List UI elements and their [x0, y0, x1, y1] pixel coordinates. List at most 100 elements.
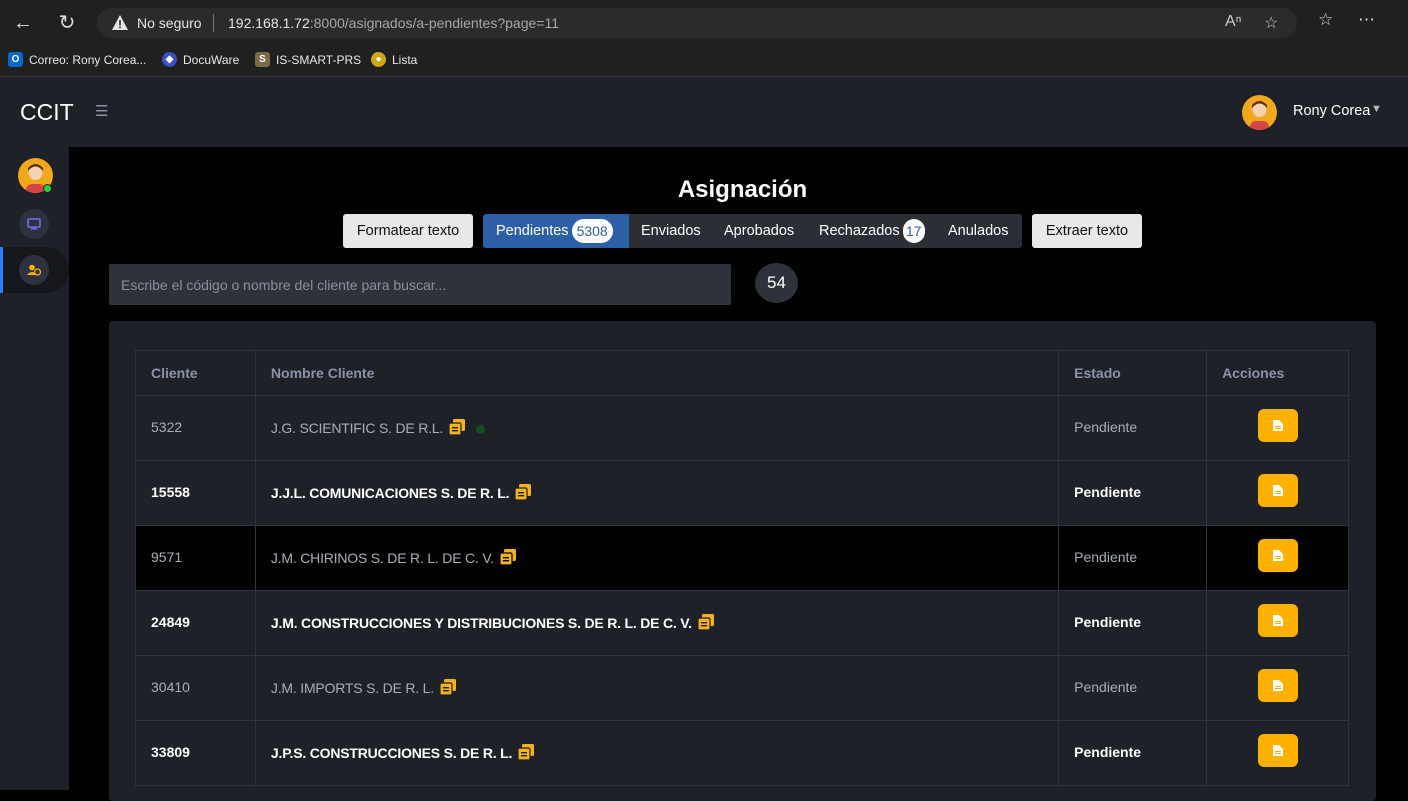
- client-status: Pendiente: [1058, 460, 1208, 526]
- file-icon: [1272, 680, 1283, 691]
- bookmarks-bar: O Correo: Rony Corea... ◆ DocuWare S IS-SMA…: [0, 46, 1408, 77]
- url-path: :8000/asignados/a-pendientes?page=11: [309, 15, 559, 31]
- copy-documents-icon[interactable]: [697, 614, 715, 630]
- copy-documents-icon[interactable]: [499, 549, 517, 565]
- favorite-star-icon[interactable]: ☆: [1264, 13, 1278, 33]
- actions-cell: [1206, 590, 1349, 656]
- client-status: Pendiente: [1058, 590, 1208, 656]
- actions-cell: [1206, 395, 1349, 461]
- copy-documents-icon[interactable]: [515, 484, 532, 500]
- extract-text-button[interactable]: Extraer texto: [1032, 214, 1142, 248]
- app-header: CCIT ☰ Rony Corea ▼: [0, 77, 1408, 147]
- tab-enviados[interactable]: Enviados: [641, 214, 701, 248]
- back-arrow-icon[interactable]: ←: [10, 10, 36, 36]
- client-status: Pendiente: [1058, 655, 1208, 721]
- status-dot: [476, 424, 486, 434]
- view-document-button[interactable]: [1257, 604, 1298, 637]
- client-status: Pendiente: [1058, 395, 1208, 461]
- security-label: No seguro: [137, 15, 202, 31]
- table-row: 15558 J.J.L. COMUNICACIONES S. DE R. L. …: [135, 460, 1349, 526]
- client-code: 15558: [135, 460, 256, 526]
- tab-pendientes[interactable]: Pendientes 5308: [496, 214, 613, 248]
- copy-documents-icon[interactable]: [518, 744, 535, 760]
- client-code: 5322: [135, 395, 256, 461]
- rechazados-count-badge: 17: [902, 219, 925, 244]
- menu-toggle-icon[interactable]: ☰: [95, 102, 108, 120]
- client-code: 24849: [135, 590, 256, 656]
- docuware-icon: ◆: [162, 52, 177, 67]
- client-name: J.M. IMPORTS S. DE R. L.: [270, 680, 434, 696]
- client-name-cell: J.M. CONSTRUCCIONES Y DISTRIBUCIONES S. …: [254, 590, 1060, 656]
- url-text: 192.168.1.72:8000/asignados/a-pendientes…: [228, 15, 559, 31]
- tab-rechazados[interactable]: Rechazados 17: [819, 214, 925, 248]
- actions-cell: [1206, 655, 1349, 721]
- copy-documents-icon[interactable]: [439, 679, 457, 695]
- tab-label: Pendientes: [496, 223, 569, 239]
- client-name-cell: J.M. IMPORTS S. DE R. L.: [254, 655, 1060, 721]
- outlook-icon: O: [8, 52, 23, 67]
- client-name-cell: J.J.L. COMUNICACIONES S. DE R. L.: [254, 460, 1060, 526]
- client-name: J.M. CONSTRUCCIONES Y DISTRIBUCIONES S. …: [270, 615, 692, 631]
- copy-documents-icon[interactable]: [449, 419, 466, 435]
- file-icon: [1272, 485, 1283, 496]
- status-tabs: Pendientes 5308 Enviados Aprobados Rechaz…: [483, 214, 1022, 248]
- client-name: J.G. SCIENTIFIC S. DE R.L.: [270, 420, 444, 436]
- header-nombre-cliente[interactable]: Nombre Cliente: [254, 350, 1060, 396]
- bookmark-correo[interactable]: O Correo: Rony Corea...: [8, 52, 146, 67]
- bookmark-label: DocuWare: [183, 52, 240, 67]
- actions-cell: [1206, 525, 1349, 591]
- user-name[interactable]: Rony Corea: [1293, 103, 1370, 119]
- clients-table: Cliente Nombre Cliente Estado Acciones 5…: [135, 350, 1349, 786]
- sidebar: [0, 147, 69, 790]
- table-row: 9571 J.M. CHIRINOS S. DE R. L. DE C. V. …: [135, 525, 1349, 591]
- page-title: Asignación: [677, 176, 808, 203]
- bookmark-lista[interactable]: ● Lista: [371, 52, 417, 67]
- actions-cell: [1206, 460, 1349, 526]
- url-host: 192.168.1.72: [228, 15, 310, 31]
- bookmark-docuware[interactable]: ◆ DocuWare: [162, 52, 239, 67]
- sidebar-item-asignacion-icon-wrap[interactable]: [19, 255, 49, 285]
- sidebar-item-dashboard[interactable]: [19, 209, 49, 239]
- file-icon: [1272, 745, 1283, 756]
- file-icon: [1272, 550, 1283, 561]
- file-icon: [1272, 615, 1283, 626]
- header-cliente[interactable]: Cliente: [135, 350, 256, 396]
- results-card: Cliente Nombre Cliente Estado Acciones 5…: [109, 321, 1376, 801]
- user-avatar[interactable]: [1242, 95, 1277, 130]
- reload-icon[interactable]: ↻: [54, 10, 80, 36]
- avatar-icon: [1250, 101, 1269, 130]
- file-icon: [1272, 420, 1283, 431]
- format-text-button[interactable]: Formatear texto: [343, 214, 473, 248]
- table-row: 24849 J.M. CONSTRUCCIONES Y DISTRIBUCION…: [135, 590, 1349, 656]
- view-document-button[interactable]: [1257, 734, 1298, 767]
- read-aloud-icon[interactable]: Aⁿ: [1225, 13, 1242, 31]
- tab-anulados[interactable]: Anulados: [948, 214, 1008, 248]
- client-status: Pendiente: [1058, 720, 1208, 786]
- user-clock-icon: [27, 264, 42, 276]
- header-acciones: Acciones: [1206, 350, 1349, 396]
- is-smart-icon: S: [255, 52, 270, 67]
- caret-down-icon[interactable]: ▼: [1371, 103, 1382, 115]
- actions-cell: [1206, 720, 1349, 786]
- client-code: 33809: [135, 720, 256, 786]
- browser-toolbar: ← ↻ No seguro 192.168.1.72:8000/asignado…: [0, 0, 1408, 46]
- search-input[interactable]: [109, 264, 731, 305]
- view-document-button[interactable]: [1257, 474, 1298, 507]
- client-code: 30410: [135, 655, 256, 721]
- lista-icon: ●: [371, 52, 386, 67]
- bookmark-is-smart[interactable]: S IS-SMART-PRS: [255, 52, 361, 67]
- address-bar[interactable]: No seguro 192.168.1.72:8000/asignados/a-…: [97, 8, 1297, 38]
- header-estado[interactable]: Estado: [1058, 350, 1208, 396]
- table-header-row: Cliente Nombre Cliente Estado Acciones: [135, 350, 1349, 396]
- more-options-icon[interactable]: ⋯: [1358, 10, 1375, 30]
- client-name: J.J.L. COMUNICACIONES S. DE R. L.: [270, 485, 510, 501]
- view-document-button[interactable]: [1257, 669, 1298, 702]
- client-code: 9571: [135, 525, 256, 591]
- tab-label: Rechazados: [819, 223, 900, 239]
- client-name: J.M. CHIRINOS S. DE R. L. DE C. V.: [270, 550, 494, 566]
- favorites-list-icon[interactable]: ☆: [1318, 10, 1333, 30]
- view-document-button[interactable]: [1257, 539, 1298, 572]
- tab-aprobados[interactable]: Aprobados: [724, 214, 794, 248]
- brand-logo[interactable]: CCIT: [20, 99, 74, 126]
- view-document-button[interactable]: [1257, 409, 1298, 442]
